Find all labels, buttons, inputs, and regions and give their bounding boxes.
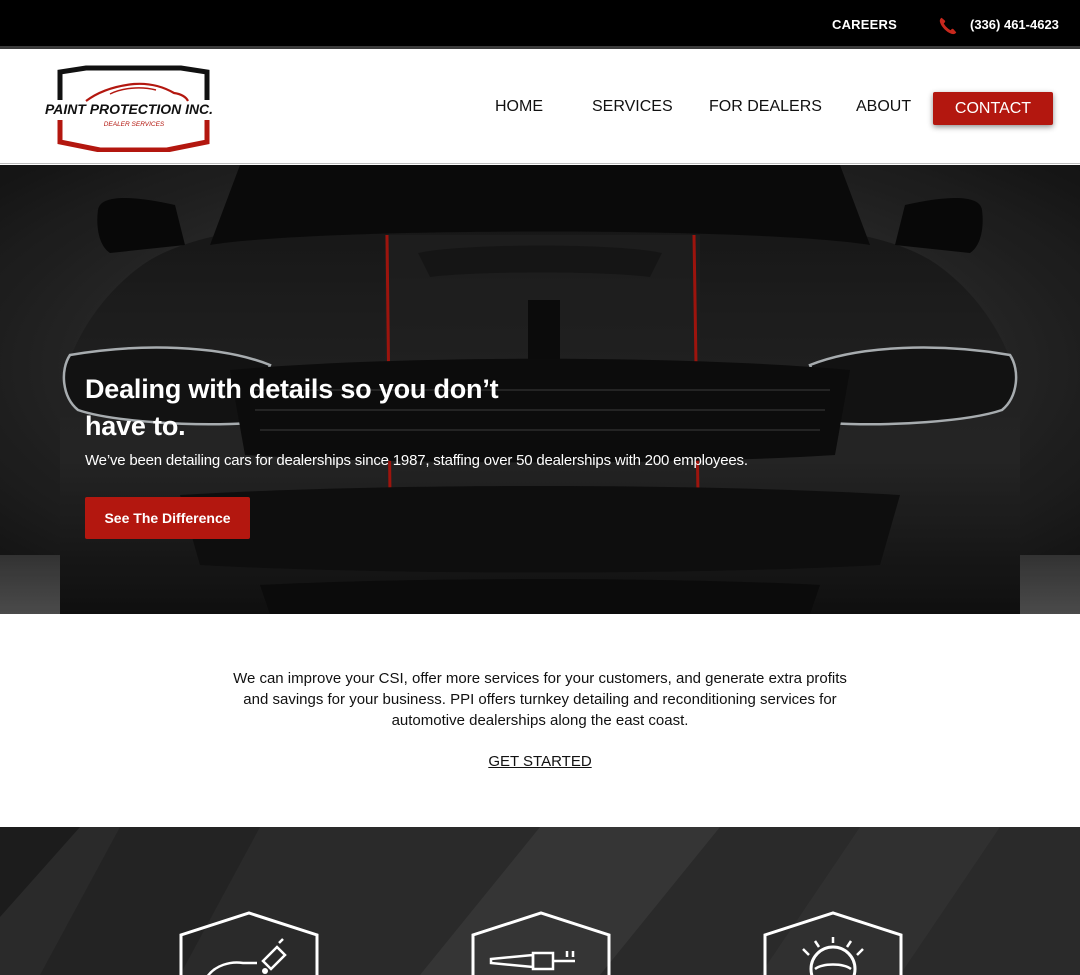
- hand-polish-icon[interactable]: [179, 911, 319, 975]
- site-header: PAINT PROTECTION INC. DEALER SERVICES HO…: [0, 49, 1080, 164]
- company-logo[interactable]: PAINT PROTECTION INC. DEALER SERVICES: [40, 64, 218, 153]
- nav-services[interactable]: SERVICES: [592, 98, 673, 116]
- paint-tube-icon[interactable]: [471, 911, 611, 975]
- nav-contact-button[interactable]: CONTACT: [933, 92, 1053, 125]
- intro-text: We can improve your CSI, offer more serv…: [233, 670, 847, 729]
- see-the-difference-button[interactable]: See The Difference: [85, 497, 250, 539]
- steering-wheel-icon[interactable]: [763, 911, 903, 975]
- phone-icon[interactable]: [937, 15, 959, 37]
- hero-headline: Dealing with details so you don’t have t…: [85, 374, 499, 441]
- hero-banner: Dealing with details so you don’t have t…: [0, 165, 1080, 614]
- logo-tagline: DEALER SERVICES: [104, 121, 165, 128]
- get-started-link[interactable]: GET STARTED: [488, 753, 591, 770]
- top-utility-bar: CAREERS (336) 461-4623: [0, 0, 1080, 46]
- nav-home[interactable]: HOME: [495, 98, 543, 116]
- services-teaser-section: [0, 827, 1080, 975]
- nav-about[interactable]: ABOUT: [856, 98, 911, 116]
- logo-wordmark: PAINT PROTECTION INC.: [45, 102, 213, 117]
- intro-section: We can improve your CSI, offer more serv…: [0, 614, 1080, 827]
- nav-for-dealers[interactable]: FOR DEALERS: [709, 98, 822, 116]
- hero-subtext: We’ve been detailing cars for dealership…: [85, 452, 748, 469]
- phone-number-link[interactable]: (336) 461-4623: [970, 17, 1059, 32]
- careers-link[interactable]: CAREERS: [832, 17, 897, 32]
